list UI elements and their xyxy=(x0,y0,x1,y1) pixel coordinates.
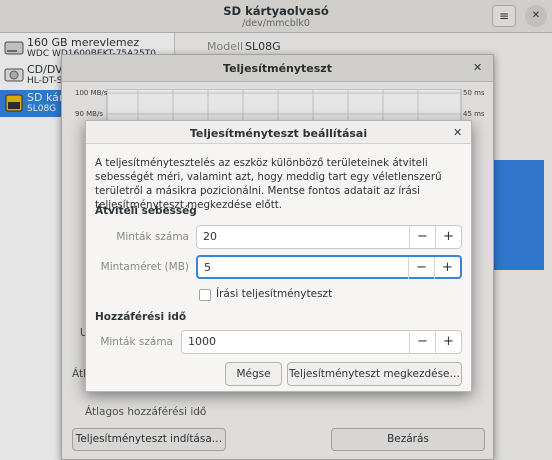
sample-size-label: Mintaméret (MB) xyxy=(100,261,189,273)
plus-icon[interactable]: + xyxy=(434,257,460,279)
plus-icon[interactable]: + xyxy=(435,226,461,248)
dialog-description: A teljesítménytesztelés az eszköz különb… xyxy=(95,157,442,211)
sample-size-value[interactable]: 5 xyxy=(204,261,211,274)
access-samples-spinbutton[interactable]: 1000 − + xyxy=(181,330,462,354)
plus-icon[interactable]: + xyxy=(435,331,461,353)
sample-size-spinbutton[interactable]: 5 − + xyxy=(196,255,462,279)
benchmark-settings-dialog: Teljesítményteszt beállításai ✕ A teljes… xyxy=(85,120,472,392)
start-benchmark-dialog-button[interactable]: Teljesítményteszt megkezdése… xyxy=(287,362,462,386)
minus-icon[interactable]: − xyxy=(409,226,435,248)
dialog-header: Teljesítményteszt beállításai ✕ xyxy=(86,121,471,144)
samples-label: Minták száma xyxy=(116,231,189,243)
dialog-title: Teljesítményteszt beállításai xyxy=(189,127,368,140)
minus-icon[interactable]: − xyxy=(408,257,434,279)
samples-value[interactable]: 20 xyxy=(203,230,217,243)
cancel-button[interactable]: Mégse xyxy=(225,362,282,386)
main-window: SD kártyaolvasó /dev/mmcblk0 ≡ ✕ 160 GB … xyxy=(0,0,552,460)
minus-icon[interactable]: − xyxy=(409,331,435,353)
access-samples-label: Minták száma xyxy=(100,336,173,348)
access-samples-value[interactable]: 1000 xyxy=(188,335,216,348)
access-time-heading: Hozzáférési idő xyxy=(95,311,187,323)
write-benchmark-label[interactable]: Írási teljesítményteszt xyxy=(216,288,332,300)
close-icon[interactable]: ✕ xyxy=(453,126,462,139)
samples-spinbutton[interactable]: 20 − + xyxy=(196,225,462,249)
write-benchmark-checkbox[interactable] xyxy=(199,289,211,301)
transfer-rate-heading: Átviteli sebesség xyxy=(95,205,197,217)
